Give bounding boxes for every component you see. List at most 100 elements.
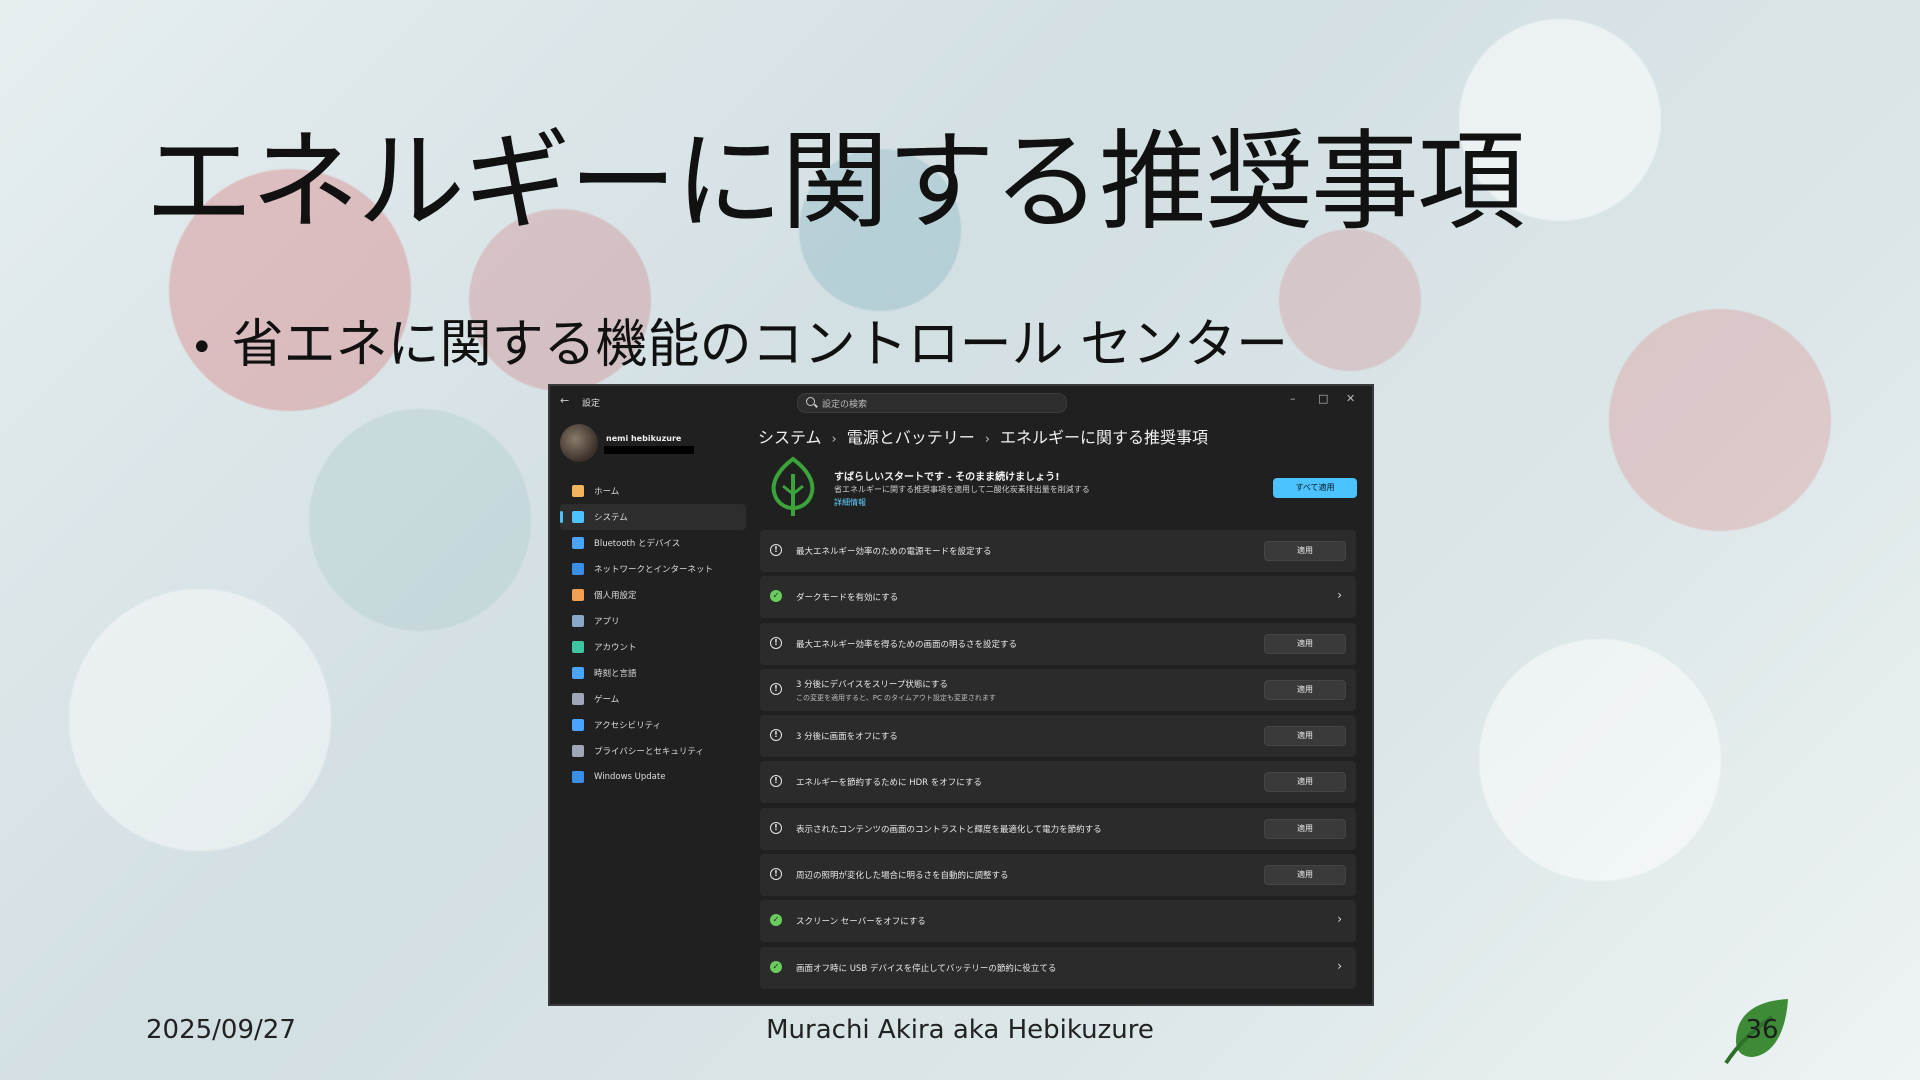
apply-button[interactable]: 適用 xyxy=(1264,865,1346,886)
chevron-right-icon[interactable]: › xyxy=(1337,912,1342,926)
chevron-right-icon: › xyxy=(984,432,990,447)
hero-subtitle: 省エネルギーに関する推奨事項を適用して二酸化炭素排出量を削減する xyxy=(834,485,1090,494)
minimize-button[interactable]: – xyxy=(1290,392,1296,405)
recommendation-row[interactable]: ✓ ダークモードを有効にする › xyxy=(760,576,1356,619)
checkmark-icon: ✓ xyxy=(770,960,782,973)
sidebar-item-label: ネットワークとインターネット xyxy=(594,565,714,575)
recommendation-label: 最大エネルギー効率を得るための画面の明るさを設定する xyxy=(796,639,1018,650)
bullet-dot-icon: • xyxy=(190,325,214,371)
leaf-icon xyxy=(771,456,815,516)
avatar[interactable] xyxy=(560,424,598,462)
breadcrumb-item-system[interactable]: システム xyxy=(758,428,822,447)
recommendation-row: ! 表示されたコンテンツの画面のコントラストと輝度を最適化して電力を節約する 適用 xyxy=(760,807,1356,850)
chevron-right-icon[interactable]: › xyxy=(1337,588,1342,602)
apply-button[interactable]: 適用 xyxy=(1264,541,1346,561)
globe-icon xyxy=(572,667,584,679)
bluetooth-icon xyxy=(572,537,584,549)
recommendation-row: ! 最大エネルギー効率を得るための画面の明るさを設定する 適用 xyxy=(760,622,1356,665)
sidebar-item-system[interactable]: システム xyxy=(560,504,746,530)
recommendation-label: 最大エネルギー効率のための電源モードを設定する xyxy=(796,547,992,557)
sidebar-item-label: Windows Update xyxy=(594,772,666,782)
info-icon: ! xyxy=(770,868,782,881)
sidebar-item-label: 時刻と言語 xyxy=(594,669,637,679)
profile-name: nemi hebikuzure xyxy=(606,434,682,443)
sidebar-item-label: ゲーム xyxy=(594,695,620,705)
slide-title: エネルギーに関する推奨事項 xyxy=(145,120,1525,245)
recommendation-label: 3 分後に画面をオフにする xyxy=(796,732,898,743)
sidebar-item-gamepad[interactable]: ゲーム xyxy=(560,686,746,712)
page-number: 36 xyxy=(1745,1015,1779,1045)
sidebar-item-brush[interactable]: 個人用設定 xyxy=(560,582,746,608)
redacted-email xyxy=(604,446,694,454)
recommendation-row: ! 周辺の照明が変化した場合に明るさを自動的に調整する 適用 xyxy=(760,854,1356,897)
info-icon: ! xyxy=(770,682,782,695)
recommendation-row: ! 3 分後に画面をオフにする 適用 xyxy=(760,715,1356,758)
search-input[interactable]: 設定の検索 xyxy=(797,393,1067,413)
apply-button[interactable]: 適用 xyxy=(1264,818,1346,839)
recommendation-row[interactable]: ✓ スクリーン セーバーをオフにする › xyxy=(760,900,1356,943)
info-icon: ! xyxy=(770,544,782,556)
maximize-button[interactable]: □ xyxy=(1318,392,1328,405)
apply-button[interactable]: 適用 xyxy=(1264,726,1346,747)
info-icon: ! xyxy=(770,775,782,788)
recommendation-label: スクリーン セーバーをオフにする xyxy=(796,917,926,928)
sidebar-item-globe[interactable]: 時刻と言語 xyxy=(560,660,746,686)
settings-window: ← 設定 設定の検索 – □ ✕ nemi hebikuzure ホーム システム… xyxy=(548,384,1374,1006)
info-icon: ! xyxy=(770,729,782,742)
sidebar-item-account[interactable]: アカウント xyxy=(560,634,746,660)
apps-icon xyxy=(572,615,584,627)
sidebar-item-home[interactable]: ホーム xyxy=(560,478,746,504)
sidebar-item-apps[interactable]: アプリ xyxy=(560,608,746,634)
slide-bullet: • 省エネに関する機能のコントロール センター xyxy=(190,302,1288,377)
brush-icon xyxy=(572,589,584,601)
learn-more-link[interactable]: 詳細情報 xyxy=(834,497,866,508)
apply-button[interactable]: 適用 xyxy=(1264,679,1346,700)
recommendation-label: 画面オフ時に USB デバイスを停止してバッテリーの節約に役立てる xyxy=(796,963,1057,974)
recommendation-label: ダークモードを有効にする xyxy=(796,593,899,604)
sidebar-item-label: ホーム xyxy=(594,487,620,497)
breadcrumb-item-power[interactable]: 電源とバッテリー xyxy=(847,428,975,447)
apply-button[interactable]: 適用 xyxy=(1264,772,1346,793)
recommendation-label: 周辺の照明が変化した場合に明るさを自動的に調整する xyxy=(796,871,1009,882)
sidebar-item-network[interactable]: ネットワークとインターネット xyxy=(560,556,746,582)
chevron-right-icon: › xyxy=(831,432,837,447)
recommendation-list: ! 最大エネルギー効率のための電源モードを設定する 適用 ✓ ダークモードを有効にする ›… xyxy=(760,530,1356,993)
checkmark-icon: ✓ xyxy=(770,914,782,927)
sidebar-item-label: Bluetooth とデバイス xyxy=(594,539,681,549)
apply-all-button[interactable]: すべて適用 xyxy=(1273,478,1357,498)
network-icon xyxy=(572,563,584,575)
gamepad-icon xyxy=(572,693,584,705)
sidebar-item-label: アカウント xyxy=(594,643,637,653)
breadcrumb: システム › 電源とバッテリー › エネルギーに関する推奨事項 xyxy=(758,424,1208,448)
recommendation-sublabel: この変更を適用すると、PC のタイムアウト設定も変更されます xyxy=(796,693,996,702)
recommendation-row: ! 最大エネルギー効率のための電源モードを設定する 適用 xyxy=(760,530,1356,572)
shield-icon xyxy=(572,745,584,757)
info-icon: ! xyxy=(770,636,782,649)
bullet-text: 省エネに関する機能のコントロール センター xyxy=(231,315,1289,375)
search-placeholder: 設定の検索 xyxy=(822,400,868,410)
chevron-right-icon[interactable]: › xyxy=(1337,959,1342,973)
accessibility-icon xyxy=(572,719,584,731)
checkmark-icon: ✓ xyxy=(770,590,782,603)
sidebar-item-bluetooth[interactable]: Bluetooth とデバイス xyxy=(560,530,746,556)
sidebar-item-update[interactable]: Windows Update xyxy=(560,764,746,790)
close-button[interactable]: ✕ xyxy=(1346,392,1355,405)
update-icon xyxy=(572,771,584,783)
back-arrow-icon[interactable]: ← xyxy=(560,394,569,407)
sidebar-item-label: 個人用設定 xyxy=(594,591,637,601)
recommendation-row[interactable]: ✓ 画面オフ時に USB デバイスを停止してバッテリーの節約に役立てる › xyxy=(760,946,1356,989)
sidebar-item-accessibility[interactable]: アクセシビリティ xyxy=(560,712,746,738)
footer-author: Murachi Akira aka Hebikuzure xyxy=(766,1015,1154,1045)
sidebar-nav: ホームシステム Bluetooth とデバイスネットワークとインターネット 個人用設… xyxy=(560,478,746,790)
sidebar-item-shield[interactable]: プライバシーとセキュリティ xyxy=(560,738,746,764)
apply-button[interactable]: 適用 xyxy=(1264,633,1346,654)
sidebar-item-label: アクセシビリティ xyxy=(594,721,662,731)
recommendation-label: 表示されたコンテンツの画面のコントラストと輝度を最適化して電力を節約する xyxy=(796,824,1102,835)
recommendation-label: エネルギーを節約するために HDR をオフにする xyxy=(796,778,982,789)
window-titlebar: ← 設定 設定の検索 – □ ✕ xyxy=(550,386,1372,418)
window-title: 設定 xyxy=(582,399,601,409)
search-icon xyxy=(806,397,815,406)
sidebar-item-label: システム xyxy=(594,513,628,523)
info-icon: ! xyxy=(770,821,782,834)
recommendation-label: 3 分後にデバイスをスリープ状態にする xyxy=(796,679,948,690)
